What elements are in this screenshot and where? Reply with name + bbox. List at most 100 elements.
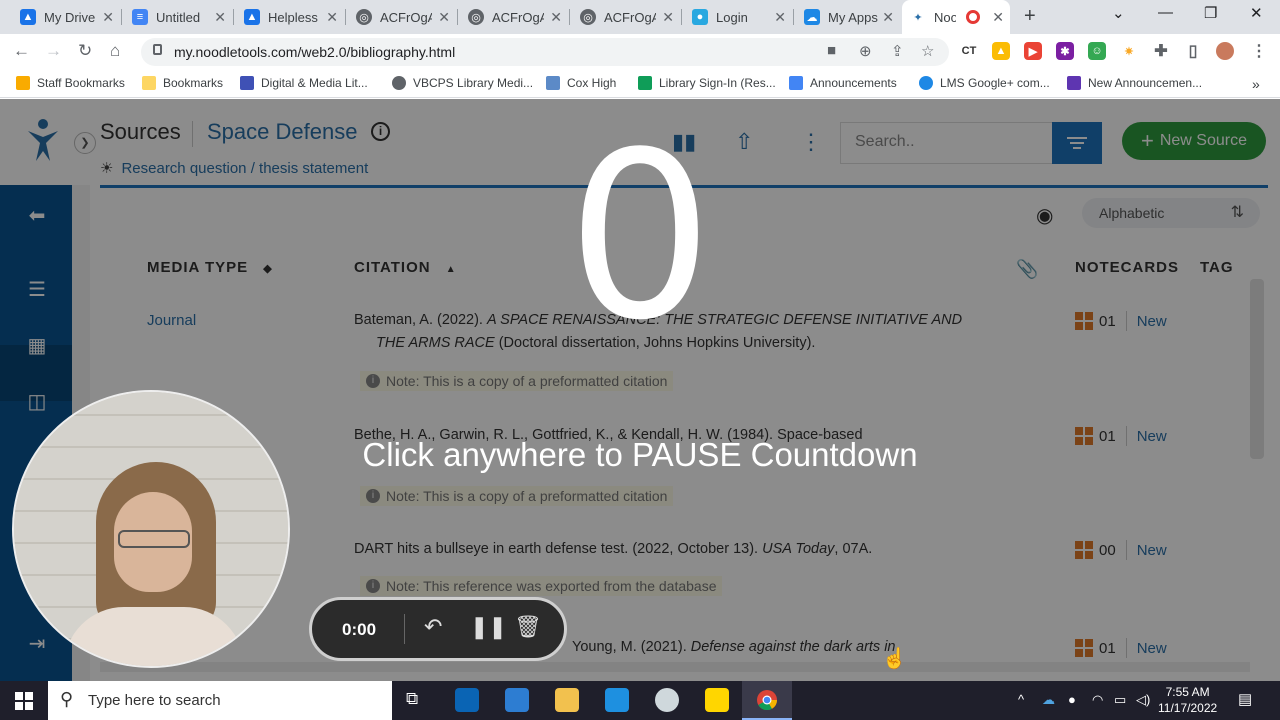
trash-icon[interactable]: 🗑 <box>514 614 542 640</box>
sticky-notes-icon[interactable] <box>705 688 729 712</box>
address-bar[interactable]: my.noodletools.com/web2.0/bibliography.h… <box>141 38 949 66</box>
bookmark-item[interactable]: Library Sign-In (Res... <box>638 76 776 90</box>
file-explorer-icon[interactable] <box>555 688 579 712</box>
drive-icon: ▲ <box>20 9 36 25</box>
countdown-number: 0 <box>566 104 714 371</box>
close-tab-icon[interactable]: ✕ <box>214 9 226 26</box>
new-tab-icon[interactable]: + <box>1024 5 1036 28</box>
windows-taskbar: ⚲ Type here to search ⧉ ^ ☁ ● ◠ ▭ ◁) 7:5… <box>0 681 1280 720</box>
tab-my-apps[interactable]: ☁ My Apps ✕ <box>796 0 900 34</box>
snip-tool-icon[interactable] <box>655 688 679 712</box>
close-tab-icon[interactable]: ✕ <box>550 9 562 26</box>
taskbar-clock[interactable]: 7:55 AM 11/17/2022 <box>1158 684 1217 716</box>
forms-icon <box>1067 76 1081 90</box>
notifications-icon[interactable]: ▤ <box>1238 690 1252 708</box>
onedrive-icon[interactable]: ☁ <box>1042 692 1055 708</box>
menu-kebab-icon[interactable]: ⋮ <box>1250 42 1268 60</box>
battery-icon[interactable]: ▭ <box>1114 692 1126 708</box>
wifi-icon[interactable]: ◠ <box>1092 692 1103 708</box>
chrome-icon <box>757 690 778 711</box>
party-extension-icon[interactable]: ✷ <box>1120 42 1138 60</box>
close-tab-icon[interactable]: ✕ <box>662 9 674 26</box>
pause-icon[interactable]: ❚❚ <box>470 614 507 640</box>
camera-icon[interactable]: ■ <box>827 42 836 59</box>
bookmark-star-icon[interactable]: ☆ <box>921 42 934 60</box>
tab-search-icon[interactable]: ⌄ <box>1112 4 1125 22</box>
zoom-icon[interactable]: ⊕ <box>859 42 872 60</box>
folder-icon <box>142 76 156 90</box>
close-tab-icon[interactable]: ✕ <box>774 9 786 26</box>
site-icon <box>240 76 254 90</box>
restore-icon[interactable]: ❐ <box>1204 4 1217 22</box>
wave-icon <box>546 76 560 90</box>
extensions-puzzle-icon[interactable]: ✚ <box>1152 42 1170 60</box>
close-window-icon[interactable]: ✕ <box>1250 4 1263 22</box>
windows-start-icon[interactable] <box>15 692 33 710</box>
back-icon[interactable]: ← <box>13 41 30 61</box>
drive-icon: ▲ <box>244 9 260 25</box>
tray-chevron-icon[interactable]: ^ <box>1018 692 1024 707</box>
side-panel-icon[interactable]: ▯ <box>1184 42 1202 60</box>
tab-login[interactable]: ● Login ✕ <box>684 0 792 34</box>
undo-icon[interactable]: ↶ <box>424 614 442 640</box>
bookmark-item[interactable]: Digital & Media Lit... <box>240 76 368 90</box>
lms-icon <box>919 76 933 90</box>
tab-untitled[interactable]: ≡ Untitled ✕ <box>124 0 232 34</box>
globe-icon: ◎ <box>356 9 372 25</box>
docs-icon: ≡ <box>132 9 148 25</box>
task-view-icon[interactable]: ⧉ <box>406 689 418 709</box>
bookmark-item[interactable]: Bookmarks <box>142 76 223 90</box>
screencastify-icon[interactable]: ▶ <box>1024 42 1042 60</box>
outlook-icon[interactable] <box>455 688 479 712</box>
tab-acfrog-2[interactable]: ◎ ACFrOgA ✕ <box>460 0 568 34</box>
share-icon[interactable]: ⇪ <box>891 42 904 60</box>
tab-acfrog-1[interactable]: ◎ ACFrOgA ✕ <box>348 0 456 34</box>
ct-extension-icon[interactable]: CT <box>960 42 978 60</box>
close-tab-icon[interactable]: ✕ <box>326 9 338 26</box>
cloud-icon: ☁ <box>804 9 820 25</box>
sheets-icon <box>638 76 652 90</box>
home-icon[interactable]: ⌂ <box>110 41 120 61</box>
bookmarks-overflow-icon[interactable]: » <box>1252 76 1260 92</box>
reload-icon[interactable]: ↻ <box>78 41 92 61</box>
bookmark-item[interactable]: LMS Google+ com... <box>919 76 1050 90</box>
close-tab-icon[interactable]: ✕ <box>438 9 450 26</box>
green-extension-icon[interactable]: ☺ <box>1088 42 1106 60</box>
globe-icon: ◎ <box>468 9 484 25</box>
bookmark-item[interactable]: Announcements <box>789 76 897 90</box>
docs-icon <box>789 76 803 90</box>
search-icon: ⚲ <box>60 689 74 709</box>
bookmark-item[interactable]: Staff Bookmarks <box>16 76 125 90</box>
microphone-icon[interactable]: ● <box>1068 692 1076 707</box>
globe-icon: ◎ <box>580 9 596 25</box>
volume-icon[interactable]: ◁) <box>1136 692 1150 708</box>
forward-icon[interactable]: → <box>45 41 62 61</box>
close-tab-icon[interactable]: ✕ <box>882 9 894 26</box>
tab-strip: ▲ My Drive ✕ ≡ Untitled ✕ ▲ Helpless ✕ ◎… <box>0 0 1280 34</box>
tab-noodletools-active[interactable]: ✦ Noo ✕ <box>902 0 1010 34</box>
bookmarks-bar: Staff Bookmarks Bookmarks Digital & Medi… <box>0 70 1280 98</box>
drive-extension-icon[interactable]: ▲ <box>992 42 1010 60</box>
bookmark-item[interactable]: VBCPS Library Medi... <box>392 76 533 90</box>
profile-avatar[interactable] <box>1216 42 1234 60</box>
login-icon: ● <box>692 9 708 25</box>
tab-my-drive[interactable]: ▲ My Drive ✕ <box>12 0 120 34</box>
recording-timer: 0:00 <box>342 620 377 639</box>
store-icon[interactable] <box>505 688 529 712</box>
recording-controls: 0:00 ↶ ❚❚ 🗑 <box>309 597 567 661</box>
mail-icon[interactable] <box>605 688 629 712</box>
color-extension-icon[interactable]: ✱ <box>1056 42 1074 60</box>
webcam-bubble[interactable] <box>12 390 290 668</box>
mouse-cursor-icon: ☝ <box>882 648 907 670</box>
taskbar-search-input[interactable]: ⚲ Type here to search <box>48 681 392 720</box>
bookmark-item[interactable]: Cox High <box>546 76 616 90</box>
close-tab-icon[interactable]: ✕ <box>102 9 114 26</box>
close-tab-icon[interactable]: ✕ <box>992 9 1004 26</box>
bookmark-item[interactable]: New Announcemen... <box>1067 76 1202 90</box>
recording-icon <box>966 10 980 24</box>
tab-acfrog-3[interactable]: ◎ ACFrOgA ✕ <box>572 0 680 34</box>
minimize-icon[interactable]: — <box>1158 4 1173 21</box>
tab-helpless[interactable]: ▲ Helpless ✕ <box>236 0 344 34</box>
lock-icon <box>153 44 162 55</box>
folder-icon <box>16 76 30 90</box>
